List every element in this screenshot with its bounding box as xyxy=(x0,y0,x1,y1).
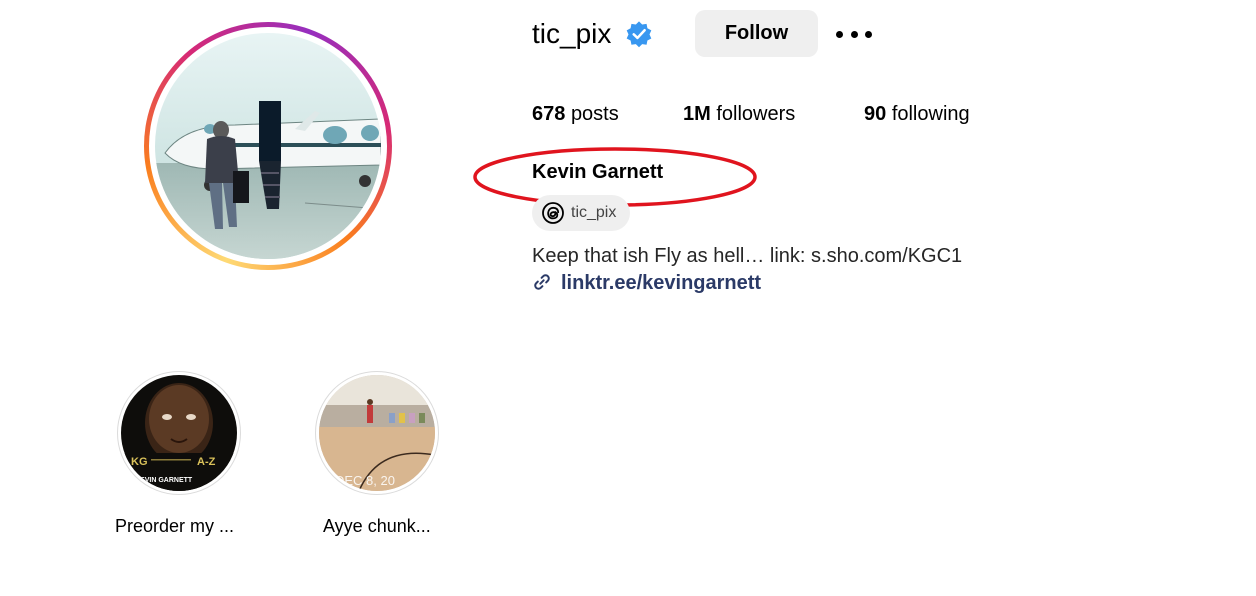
cover-date-stamp: DEC 8, 20 xyxy=(335,473,395,488)
follow-button[interactable]: Follow xyxy=(695,10,818,57)
profile-bio: Keep that ish Fly as hell… link: s.sho.c… xyxy=(532,245,963,267)
profile-avatar[interactable] xyxy=(144,22,392,270)
highlight-ring: DEC 8, 20 xyxy=(315,371,439,495)
more-dot xyxy=(850,30,858,38)
highlight-label: Preorder my ... xyxy=(115,516,235,536)
story-highlight[interactable]: KG A-Z KEVIN GARNETT Preorder my ... xyxy=(115,371,317,551)
followers-link[interactable]: 1M followers xyxy=(683,101,795,127)
verified-badge-icon xyxy=(626,21,652,48)
profile-username: tic_pix xyxy=(532,18,612,49)
posts-number: 678 xyxy=(532,103,566,125)
threads-handle: tic_pix xyxy=(571,204,617,221)
more-dot xyxy=(865,30,872,38)
posts-count: 678 posts xyxy=(532,101,619,127)
link-icon xyxy=(534,274,550,290)
cover-text-kg: KG xyxy=(131,456,148,468)
more-dot xyxy=(836,30,843,38)
highlight-label: Ayye chunk... xyxy=(323,516,431,536)
avatar-inner-ring xyxy=(149,27,387,265)
followers-number: 1M xyxy=(683,103,711,125)
highlight-cover-image: KG A-Z KEVIN GARNETT xyxy=(121,375,237,491)
cover-text-az: A-Z xyxy=(197,456,216,468)
followers-label: followers xyxy=(716,103,796,125)
cover-text-name: KEVIN GARNETT xyxy=(135,477,193,484)
more-options-icon[interactable] xyxy=(836,24,872,44)
following-number: 90 xyxy=(864,103,887,125)
story-highlight[interactable]: DEC 8, 20 Ayye chunk... xyxy=(315,371,515,551)
highlight-ring: KG A-Z KEVIN GARNETT xyxy=(117,371,241,495)
threads-icon xyxy=(542,202,564,224)
highlight-cover-image: DEC 8, 20 xyxy=(319,375,435,491)
threads-profile-link[interactable]: tic_pix xyxy=(532,195,630,231)
avatar-photo xyxy=(155,33,381,259)
profile-external-link[interactable]: linktr.ee/kevingarnett xyxy=(561,270,761,296)
following-link[interactable]: 90 following xyxy=(864,101,970,127)
posts-label: posts xyxy=(570,103,619,125)
following-label: following xyxy=(891,103,970,125)
